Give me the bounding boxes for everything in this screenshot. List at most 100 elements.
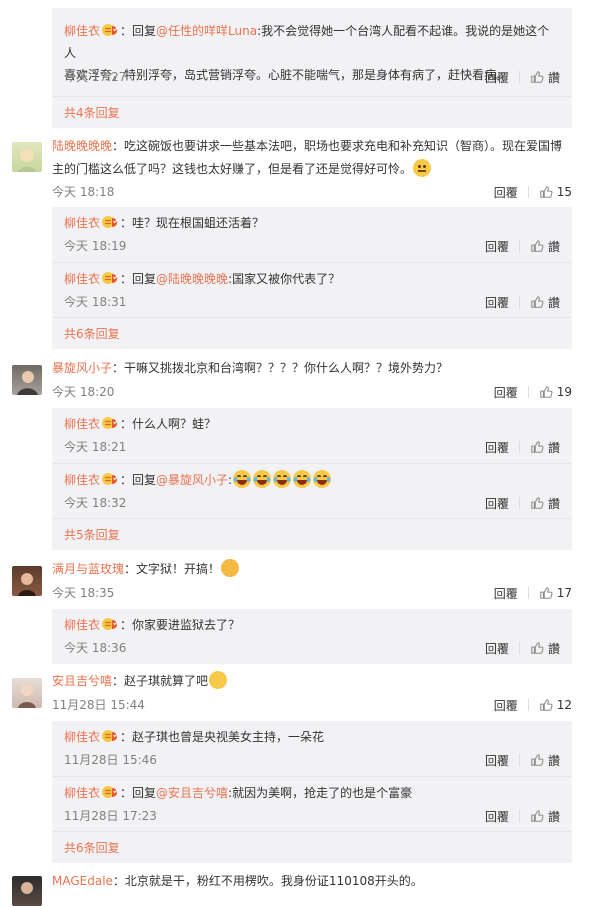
reply-username[interactable]: 柳佳衣: [64, 24, 100, 38]
reply-button[interactable]: 回覆: [485, 439, 509, 456]
like-button[interactable]: 17: [539, 586, 572, 600]
vip-badge-icon: [101, 785, 119, 799]
view-all-replies-link[interactable]: 共6条回复: [52, 317, 572, 349]
reply-time: 11月28日 17:23: [64, 809, 157, 823]
squint-emoji-icon: [209, 671, 228, 689]
reply-text: 柳佳衣 ：赵子琪也曾是央视美女主持，一朵花: [64, 726, 560, 748]
reply-prefix: ：回复: [120, 272, 157, 286]
like-count: 17: [556, 586, 572, 600]
comment-username[interactable]: MAGEdale: [52, 874, 113, 888]
comment-username[interactable]: 暴旋风小子: [52, 361, 112, 375]
like-button[interactable]: 讚: [530, 640, 560, 657]
reply-meta: 今天 18:19 回覆 讚: [64, 235, 560, 255]
reply-username[interactable]: 柳佳衣: [64, 618, 100, 632]
vip-badge-icon: [101, 472, 119, 486]
reply-button[interactable]: 回覆: [494, 184, 518, 201]
like-button[interactable]: 19: [539, 385, 572, 399]
mention-link[interactable]: @安且吉兮嘻: [156, 786, 228, 800]
comment-username[interactable]: 安且吉兮嘻: [52, 674, 112, 688]
like-button[interactable]: 讚: [530, 808, 560, 825]
reply-text: 柳佳衣 ：回复@陆晚晚晚晚:国家又被你代表了？: [64, 268, 560, 290]
view-all-replies-link[interactable]: 共6条回复: [52, 831, 572, 863]
reply-button[interactable]: 回覆: [485, 238, 509, 255]
reply-username[interactable]: 柳佳衣: [64, 216, 100, 230]
reply-button[interactable]: 回覆: [485, 752, 509, 769]
reply-button[interactable]: 回覆: [494, 585, 518, 602]
comment-actions: 回覆 15: [494, 183, 572, 201]
reply-item: 柳佳衣 ：回复@陆晚晚晚晚:国家又被你代表了？ 今天 18:31 回覆 讚: [52, 262, 572, 317]
reply-button[interactable]: 回覆: [494, 384, 518, 401]
comment-item: MAGEdale：北京就是干，粉红不用楞吹。我身份证110108开头的。: [0, 868, 596, 906]
reply-body: :: [228, 473, 233, 487]
view-all-replies-link[interactable]: 共5条回复: [52, 518, 572, 550]
divider: [518, 754, 520, 766]
reply-username[interactable]: 柳佳衣: [64, 786, 100, 800]
avatar[interactable]: [12, 365, 42, 395]
comment-body: ：吃这碗饭也要讲求一些基本法吧，职场也要求充电和补充知识（智商）。现在爱国博: [112, 139, 563, 153]
like-label: 讚: [547, 641, 560, 656]
reply-time: 11月28日 15:46: [64, 753, 157, 767]
avatar[interactable]: [12, 142, 42, 172]
avatar-image-icon: [21, 882, 33, 894]
reply-body: ：你家要进监狱去了？: [120, 618, 241, 632]
comment-time: 今天 18:35: [52, 586, 115, 600]
reply-button[interactable]: 回覆: [485, 69, 509, 86]
comment-actions: 回覆 12: [494, 696, 572, 714]
like-label: 讚: [547, 295, 560, 310]
laughing-emoji-icon: [233, 470, 252, 488]
like-button[interactable]: 讚: [530, 439, 560, 456]
reply-button[interactable]: 回覆: [485, 808, 509, 825]
comment-body: ：赵子琪就算了吧: [112, 674, 209, 688]
thumbs-up-icon: [530, 496, 544, 510]
avatar[interactable]: [12, 678, 42, 708]
reply-text: 柳佳衣 ：回复@暴旋风小子:: [64, 469, 560, 491]
mention-link[interactable]: @暴旋风小子: [156, 473, 228, 487]
mention-link[interactable]: @陆晚晚晚晚: [156, 272, 228, 286]
comment-text: MAGEdale：北京就是干，粉红不用楞吹。我身份证110108开头的。: [52, 870, 572, 893]
like-count: 12: [556, 698, 572, 712]
reply-button[interactable]: 回覆: [485, 640, 509, 657]
thumbs-up-icon: [539, 385, 553, 399]
avatar[interactable]: [12, 566, 42, 596]
reply-text: 柳佳衣 ：回复@安且吉兮嘻:就因为美啊，抢走了的也是个富豪: [64, 782, 560, 804]
reply-username[interactable]: 柳佳衣: [64, 272, 100, 286]
thumbs-up-icon: [530, 440, 544, 454]
vip-badge-icon: [101, 215, 119, 229]
reply-meta: 11月28日 17:23 回覆 讚: [64, 805, 560, 825]
like-button[interactable]: 讚: [530, 294, 560, 311]
like-label: 讚: [547, 239, 560, 254]
like-button[interactable]: 讚: [530, 495, 560, 512]
like-button[interactable]: 12: [539, 698, 572, 712]
thumbs-up-icon: [530, 295, 544, 309]
comment-time: 11月28日 15:44: [52, 698, 145, 712]
reply-username[interactable]: 柳佳衣: [64, 417, 100, 431]
reply-item: 柳佳衣 ：回复@暴旋风小子: 今天 18:32 回覆 讚: [52, 463, 572, 518]
like-button[interactable]: 讚: [530, 69, 560, 86]
reply-prefix: ：回复: [120, 24, 157, 38]
reply-username[interactable]: 柳佳衣: [64, 473, 100, 487]
comment-username[interactable]: 满月与蓝玫瑰: [52, 562, 124, 576]
reply-time: 今天 18:19: [64, 239, 127, 253]
reply-username[interactable]: 柳佳衣: [64, 730, 100, 744]
like-button[interactable]: 讚: [530, 752, 560, 769]
shocked-emoji-icon: [221, 559, 240, 577]
comment-meta: 今天 18:35 回覆 17: [52, 582, 572, 602]
reply-button[interactable]: 回覆: [485, 495, 509, 512]
reply-meta: 11月28日 15:46 回覆 讚: [64, 749, 560, 769]
view-all-replies-link[interactable]: 共4条回复: [52, 96, 572, 128]
reply-body: :国家又被你代表了？: [228, 272, 341, 286]
like-label: 讚: [547, 496, 560, 511]
avatar-image-icon: [18, 148, 36, 172]
avatar-image-icon: [18, 684, 36, 708]
mention-link[interactable]: @任性的咩咩Luna: [156, 24, 257, 38]
reply-button[interactable]: 回覆: [485, 294, 509, 311]
like-button[interactable]: 15: [539, 185, 572, 199]
thumbs-up-icon: [530, 753, 544, 767]
comment-time: 今天 18:18: [52, 185, 115, 199]
reply-box: 柳佳衣 ：赵子琪也曾是央视美女主持，一朵花 11月28日 15:46 回覆 讚 柳…: [52, 721, 572, 863]
avatar[interactable]: [12, 876, 42, 906]
vip-badge-icon: [101, 416, 119, 430]
like-button[interactable]: 讚: [530, 238, 560, 255]
reply-button[interactable]: 回覆: [494, 697, 518, 714]
comment-username[interactable]: 陆晚晚晚晚: [52, 139, 112, 153]
